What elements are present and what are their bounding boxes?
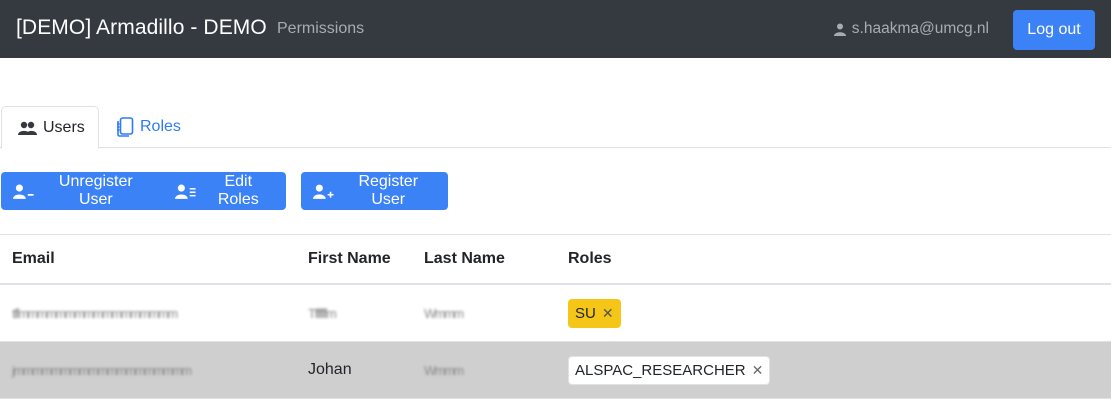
unregister-user-button[interactable]: Unregister User xyxy=(1,172,163,210)
first-name-cell: Tffffffm xyxy=(308,305,337,321)
unregister-user-label: Unregister User xyxy=(58,173,133,208)
first-name-cell: Johan xyxy=(308,361,352,378)
user-list-icon xyxy=(175,184,196,199)
user-plus-icon xyxy=(313,184,334,199)
table-row[interactable]: jmmmmmmmmmmmmmmmmmmm Johan Wmmm ALSPAC_R… xyxy=(0,342,1111,399)
email-cell: jmmmmmmmmmmmmmmmmmmm xyxy=(12,362,192,378)
email-cell: tffmmmmmmmmmmmmmmmmm xyxy=(12,305,178,321)
top-navbar: [DEMO] Armadillo - DEMO Permissions s.ha… xyxy=(0,0,1111,58)
logout-button[interactable]: Log out xyxy=(1013,10,1095,50)
tab-users-label: Users xyxy=(43,118,85,136)
tab-users[interactable]: Users xyxy=(1,106,99,149)
app-brand[interactable]: [DEMO] Armadillo - DEMO xyxy=(16,16,267,40)
tab-roles-label: Roles xyxy=(140,118,181,135)
tab-bar: Users Roles xyxy=(0,106,1111,149)
register-user-button[interactable]: Register User xyxy=(301,172,448,210)
role-badge-label: ALSPAC_RESEARCHER xyxy=(575,361,746,379)
users-icon xyxy=(18,121,37,135)
column-header-email[interactable]: Email xyxy=(12,250,55,268)
register-user-label: Register User xyxy=(358,173,419,208)
column-header-last-name[interactable]: Last Name xyxy=(424,250,505,268)
column-header-first-name[interactable]: First Name xyxy=(308,250,391,268)
nav-link-permissions[interactable]: Permissions xyxy=(277,20,364,38)
role-badge-label: SU xyxy=(575,304,596,322)
column-header-roles[interactable]: Roles xyxy=(568,250,612,268)
last-name-cell: Wmmm xyxy=(424,362,464,378)
user-icon xyxy=(833,23,846,36)
roles-icon xyxy=(117,117,134,137)
user-actions-group: Unregister User Edit Roles xyxy=(1,172,286,210)
tab-roles[interactable]: Roles xyxy=(100,106,197,148)
roles-cell: ALSPAC_RESEARCHER ✕ xyxy=(568,342,771,398)
role-badge: ALSPAC_RESEARCHER ✕ xyxy=(568,355,771,385)
roles-cell: SU ✕ xyxy=(568,285,621,341)
remove-role-icon[interactable]: ✕ xyxy=(752,362,764,379)
edit-roles-label: Edit Roles xyxy=(217,173,259,208)
remove-role-icon[interactable]: ✕ xyxy=(602,305,614,322)
edit-roles-button[interactable]: Edit Roles xyxy=(163,172,286,210)
users-table: Email First Name Last Name Roles tffmmmm… xyxy=(0,234,1111,399)
table-header: Email First Name Last Name Roles xyxy=(0,234,1111,285)
user-email: s.haakma@umcg.nl xyxy=(851,20,989,37)
last-name-cell: Wmmm xyxy=(424,305,464,321)
role-badge: SU ✕ xyxy=(568,298,621,328)
user-minus-icon xyxy=(13,184,34,199)
table-row[interactable]: tffmmmmmmmmmmmmmmmmm Tffffffm Wmmm SU ✕ xyxy=(0,285,1111,342)
current-user: s.haakma@umcg.nl xyxy=(833,20,989,38)
